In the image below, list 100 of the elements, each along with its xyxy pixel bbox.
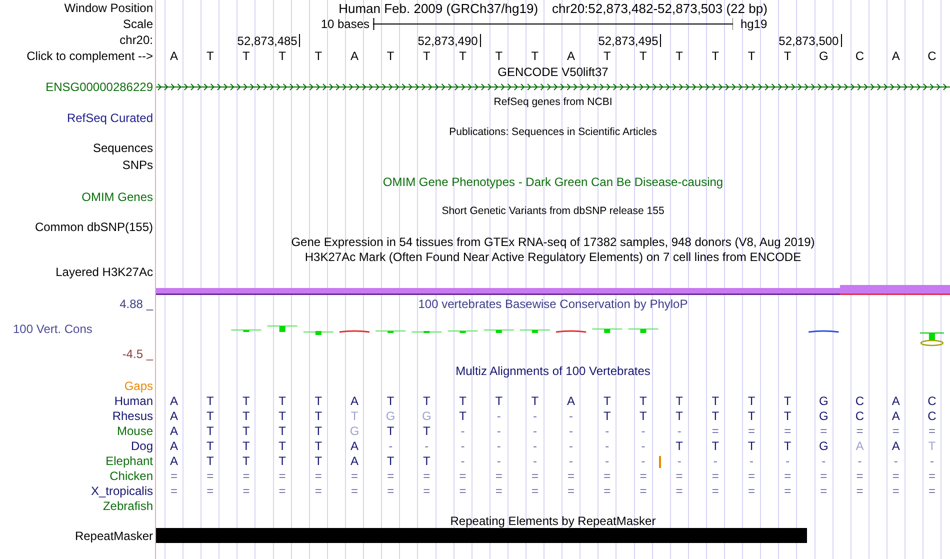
aligned-base: T: [314, 394, 324, 406]
base-letter: T: [422, 50, 432, 62]
aligned-base: =: [710, 470, 720, 482]
aligned-base: A: [890, 394, 901, 406]
species-label[interactable]: Chicken: [110, 470, 153, 482]
aligned-base: G: [818, 410, 830, 422]
track-label[interactable]: ENSG00000286229: [46, 81, 153, 93]
aligned-base: -: [568, 454, 574, 466]
track-label[interactable]: RepeatMasker: [74, 530, 153, 542]
aligned-base: T: [386, 394, 396, 406]
aligned-base: T: [927, 440, 937, 452]
aligned-base: T: [314, 440, 324, 452]
aligned-base: =: [278, 484, 287, 496]
aligned-base: =: [458, 470, 468, 482]
aligned-base: A: [169, 394, 180, 406]
aligned-base: T: [638, 394, 648, 406]
track-label[interactable]: OMIM Genes: [82, 190, 153, 202]
aligned-base: -: [496, 410, 502, 422]
aligned-base: T: [278, 410, 287, 422]
aligned-base: =: [422, 470, 432, 482]
track-title: Repeating Elements by RepeatMasker: [450, 514, 656, 526]
aligned-base: =: [242, 470, 251, 482]
aligned-base: T: [422, 454, 432, 466]
aligned-base: -: [460, 454, 466, 466]
track-label[interactable]: 100 Vert. Cons: [0, 323, 92, 335]
track-title: Publications: Sequences in Scientific Articles: [449, 127, 657, 138]
aligned-base: T: [242, 454, 251, 466]
base-letter: T: [494, 50, 504, 62]
aligned-base: -: [748, 454, 754, 466]
axis-label: 4.88 _: [120, 298, 153, 310]
position-tick: 52,873,500: [778, 34, 842, 46]
aligned-base: =: [891, 470, 900, 482]
base-letter: A: [890, 50, 901, 62]
aligned-base: T: [422, 424, 432, 436]
base-letter: A: [566, 50, 576, 62]
species-label[interactable]: Mouse: [116, 424, 153, 436]
aligned-base: =: [710, 484, 720, 496]
species-label[interactable]: Human: [114, 394, 153, 406]
aligned-base: -: [388, 440, 394, 452]
aligned-base: =: [746, 484, 756, 496]
aligned-base: T: [278, 440, 287, 452]
base-letter: T: [458, 50, 468, 62]
aligned-base: -: [604, 424, 610, 436]
aligned-base: =: [819, 484, 828, 496]
aligned-base: T: [746, 410, 756, 422]
aligned-base: G: [818, 394, 830, 406]
aligned-base: A: [349, 440, 360, 452]
complement-link[interactable]: Click to complement -->: [26, 50, 153, 62]
aligned-base: T: [710, 394, 720, 406]
base-letter: T: [746, 50, 756, 62]
base-letter: T: [602, 50, 612, 62]
track-label[interactable]: SNPs: [122, 158, 153, 170]
aligned-base: -: [568, 424, 574, 436]
aligned-base: =: [674, 470, 684, 482]
aligned-base: =: [855, 470, 864, 482]
aligned-base: -: [856, 454, 863, 466]
track-title: H3K27Ac Mark (Often Found Near Active Regulatory Elements) on 7 cell lines from ENCODE: [304, 250, 802, 262]
aligned-base: =: [783, 424, 792, 436]
aligned-base: =: [530, 470, 540, 482]
aligned-base: -: [820, 454, 827, 466]
aligned-base: -: [676, 424, 682, 436]
aligned-base: A: [890, 440, 901, 452]
aligned-base: -: [712, 454, 718, 466]
aligned-base: =: [927, 424, 936, 436]
aligned-base: -: [676, 454, 682, 466]
track-label[interactable]: Layered H3K27Ac: [56, 266, 153, 278]
aligned-base: -: [496, 454, 502, 466]
aligned-base: -: [532, 410, 538, 422]
track-label[interactable]: RefSeq Curated: [66, 112, 153, 124]
aligned-base: =: [566, 470, 576, 482]
aligned-base: T: [205, 440, 215, 452]
track-label[interactable]: Common dbSNP(155): [34, 220, 153, 232]
base-letter: A: [349, 50, 360, 62]
aligned-base: =: [530, 484, 540, 496]
aligned-base: T: [314, 410, 324, 422]
aligned-base: T: [242, 410, 251, 422]
track-label[interactable]: Sequences: [92, 142, 153, 154]
aligned-base: =: [350, 484, 359, 496]
aligned-base: T: [710, 410, 720, 422]
aligned-base: =: [710, 424, 720, 436]
species-label[interactable]: Rhesus: [112, 410, 153, 422]
species-label[interactable]: Dog: [130, 440, 153, 452]
aligned-base: T: [746, 440, 756, 452]
base-letter: A: [169, 50, 180, 62]
species-label[interactable]: Zebrafish: [102, 500, 153, 512]
assembly-title: Human Feb. 2009 (GRCh37/hg19): [338, 2, 538, 14]
aligned-base: T: [782, 394, 792, 406]
aligned-base: =: [206, 470, 215, 482]
aligned-base: T: [278, 424, 287, 436]
aligned-base: G: [384, 410, 396, 422]
aligned-base: =: [746, 424, 756, 436]
species-label[interactable]: Elephant: [106, 454, 153, 466]
aligned-base: C: [926, 394, 938, 406]
aligned-base: T: [710, 440, 720, 452]
species-label[interactable]: X_tropicalis: [90, 484, 153, 496]
aligned-base: =: [855, 484, 864, 496]
base-letter: G: [818, 50, 830, 62]
aligned-base: -: [532, 424, 538, 436]
aligned-base: -: [568, 410, 574, 422]
aligned-base: =: [422, 484, 432, 496]
